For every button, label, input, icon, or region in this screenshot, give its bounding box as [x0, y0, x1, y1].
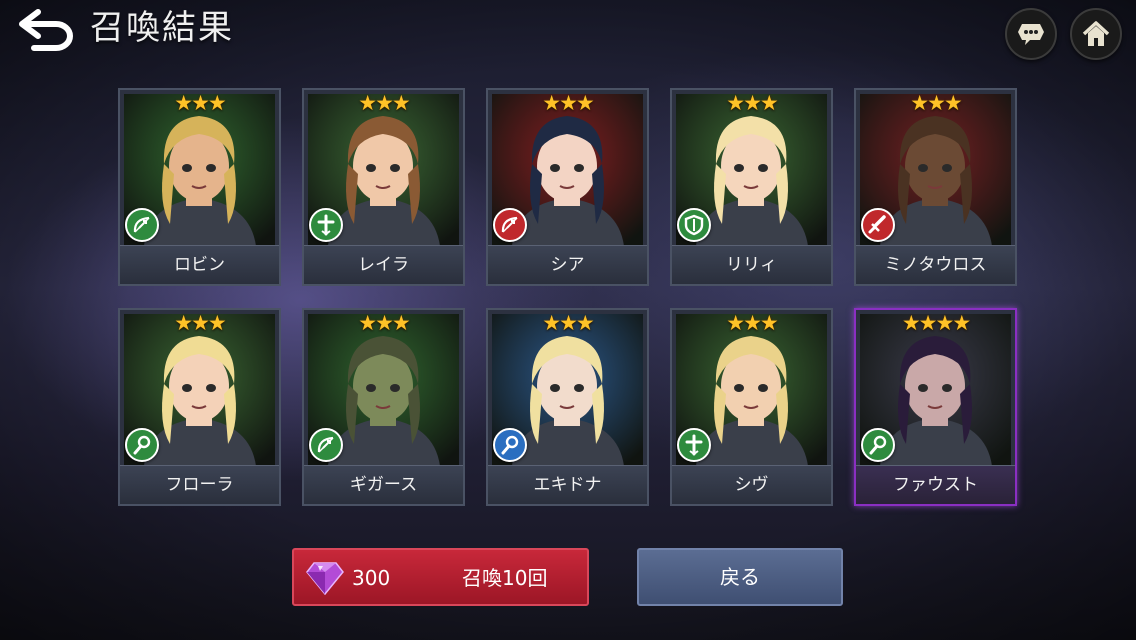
rarity-stars: ★★★ — [358, 311, 410, 335]
return-button[interactable]: 戻る — [637, 548, 843, 606]
hero-card[interactable]: ★★★★ ファウスト — [854, 308, 1017, 506]
hero-card[interactable]: ★★★ レイラ — [302, 88, 465, 286]
back-button[interactable] — [16, 6, 78, 52]
hero-name: ファウスト — [856, 465, 1015, 504]
chat-bubble-icon — [1018, 24, 1044, 45]
home-button[interactable] — [1070, 8, 1122, 60]
hero-card[interactable]: ★★★ リリィ — [670, 88, 833, 286]
summon-cost: 300 — [352, 566, 391, 590]
cross-class-icon — [677, 428, 711, 462]
staff-class-icon — [493, 428, 527, 462]
hero-card[interactable]: ★★★ ロビン — [118, 88, 281, 286]
hero-card[interactable]: ★★★ フローラ — [118, 308, 281, 506]
rarity-stars: ★★★ — [726, 311, 778, 335]
hero-name: ミノタウロス — [856, 245, 1015, 284]
rarity-stars: ★★★ — [542, 91, 594, 115]
rarity-stars: ★★★★ — [901, 311, 971, 335]
hero-name: フローラ — [120, 465, 279, 504]
hero-card[interactable]: ★★★ シア — [486, 88, 649, 286]
summon-results-grid: ★★★ ロビン ★★★ レイラ ★★★ シア ★★★ リリィ ★★★ ミノタウロ… — [118, 88, 1018, 508]
hero-name: ギガース — [304, 465, 463, 504]
hero-name: ロビン — [120, 245, 279, 284]
hero-name: レイラ — [304, 245, 463, 284]
rarity-stars: ★★★ — [358, 91, 410, 115]
hero-card[interactable]: ★★★ ギガース — [302, 308, 465, 506]
chat-button[interactable] — [1005, 8, 1057, 60]
purple-gem-icon — [306, 562, 344, 595]
hero-name: エキドナ — [488, 465, 647, 504]
hero-name: リリィ — [672, 245, 831, 284]
rarity-stars: ★★★ — [174, 91, 226, 115]
rarity-stars: ★★★ — [542, 311, 594, 335]
rarity-stars: ★★★ — [726, 91, 778, 115]
hero-card[interactable]: ★★★ ミノタウロス — [854, 88, 1017, 286]
summon-10-button[interactable]: 300 召喚10回 — [292, 548, 589, 606]
hero-card[interactable]: ★★★ シヴ — [670, 308, 833, 506]
back-arrow-icon — [19, 9, 73, 51]
bow-class-icon — [125, 208, 159, 242]
bow-class-icon — [309, 428, 343, 462]
home-icon — [1082, 21, 1110, 46]
page-title: 召喚結果 — [90, 8, 234, 48]
rarity-stars: ★★★ — [174, 311, 226, 335]
hero-name: シア — [488, 245, 647, 284]
staff-class-icon — [861, 428, 895, 462]
cross-class-icon — [309, 208, 343, 242]
rarity-stars: ★★★ — [910, 91, 962, 115]
hero-card[interactable]: ★★★ エキドナ — [486, 308, 649, 506]
summon-button-label: 召喚10回 — [462, 566, 548, 590]
sword-class-icon — [861, 208, 895, 242]
bow-class-icon — [493, 208, 527, 242]
hero-name: シヴ — [672, 465, 831, 504]
shield-class-icon — [677, 208, 711, 242]
staff-class-icon — [125, 428, 159, 462]
